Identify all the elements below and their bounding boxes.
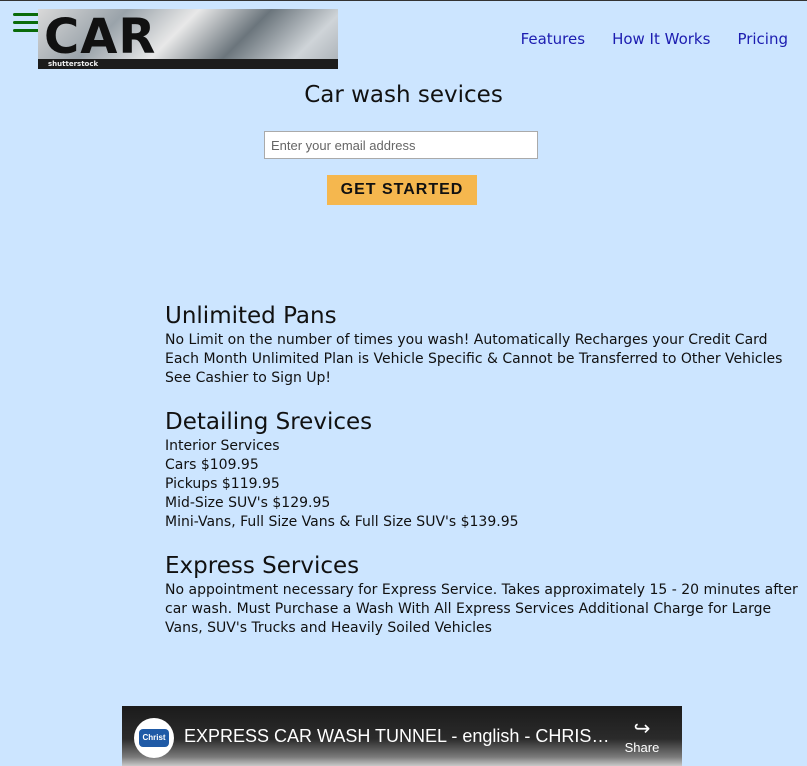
top-border bbox=[0, 0, 807, 1]
page-title: Car wash sevices bbox=[304, 82, 503, 108]
share-arrow-icon: ↪ bbox=[633, 718, 651, 740]
car-wash-logo[interactable]: CAR WASH shutterstock bbox=[38, 9, 338, 69]
hamburger-bar bbox=[13, 21, 39, 24]
section-body: No Limit on the number of times you wash… bbox=[165, 332, 783, 386]
email-input[interactable] bbox=[264, 131, 538, 159]
channel-logo: Christ bbox=[139, 729, 169, 747]
nav-link-features[interactable]: Features bbox=[521, 30, 586, 48]
section-unlimited: Unlimited Pans No Limit on the number of… bbox=[165, 301, 803, 388]
video-title[interactable]: EXPRESS CAR WASH TUNNEL - english - CHRI… bbox=[184, 726, 614, 747]
detailing-line: Interior Services bbox=[165, 438, 280, 454]
detailing-line: Mini-Vans, Full Size Vans & Full Size SU… bbox=[165, 514, 519, 530]
share-label: Share bbox=[624, 740, 660, 755]
detailing-line: Mid-Size SUV's $129.95 bbox=[165, 495, 331, 511]
section-detailing: Detailing Srevices Interior Services Car… bbox=[165, 407, 803, 532]
hamburger-menu-icon[interactable] bbox=[13, 13, 39, 35]
hamburger-bar bbox=[13, 29, 39, 32]
get-started-button[interactable]: GET STARTED bbox=[327, 175, 477, 205]
nav-link-how-it-works[interactable]: How It Works bbox=[612, 30, 710, 48]
hamburger-bar bbox=[13, 13, 39, 16]
youtube-video-embed[interactable]: Christ EXPRESS CAR WASH TUNNEL - english… bbox=[122, 706, 682, 766]
channel-avatar[interactable]: Christ bbox=[134, 718, 174, 758]
share-button[interactable]: ↪ Share bbox=[619, 718, 665, 755]
section-express: Express Services No appointment necessar… bbox=[165, 551, 803, 638]
detailing-line: Cars $109.95 bbox=[165, 457, 259, 473]
section-heading: Detailing Srevices bbox=[165, 409, 373, 435]
logo-watermark: shutterstock bbox=[48, 60, 99, 68]
main-nav: Features How It Works Pricing bbox=[521, 30, 788, 48]
section-heading: Unlimited Pans bbox=[165, 303, 337, 329]
section-heading: Express Services bbox=[165, 553, 360, 579]
section-body: No appointment necessary for Express Ser… bbox=[165, 582, 798, 636]
detailing-line: Pickups $119.95 bbox=[165, 476, 280, 492]
nav-link-pricing[interactable]: Pricing bbox=[737, 30, 788, 48]
